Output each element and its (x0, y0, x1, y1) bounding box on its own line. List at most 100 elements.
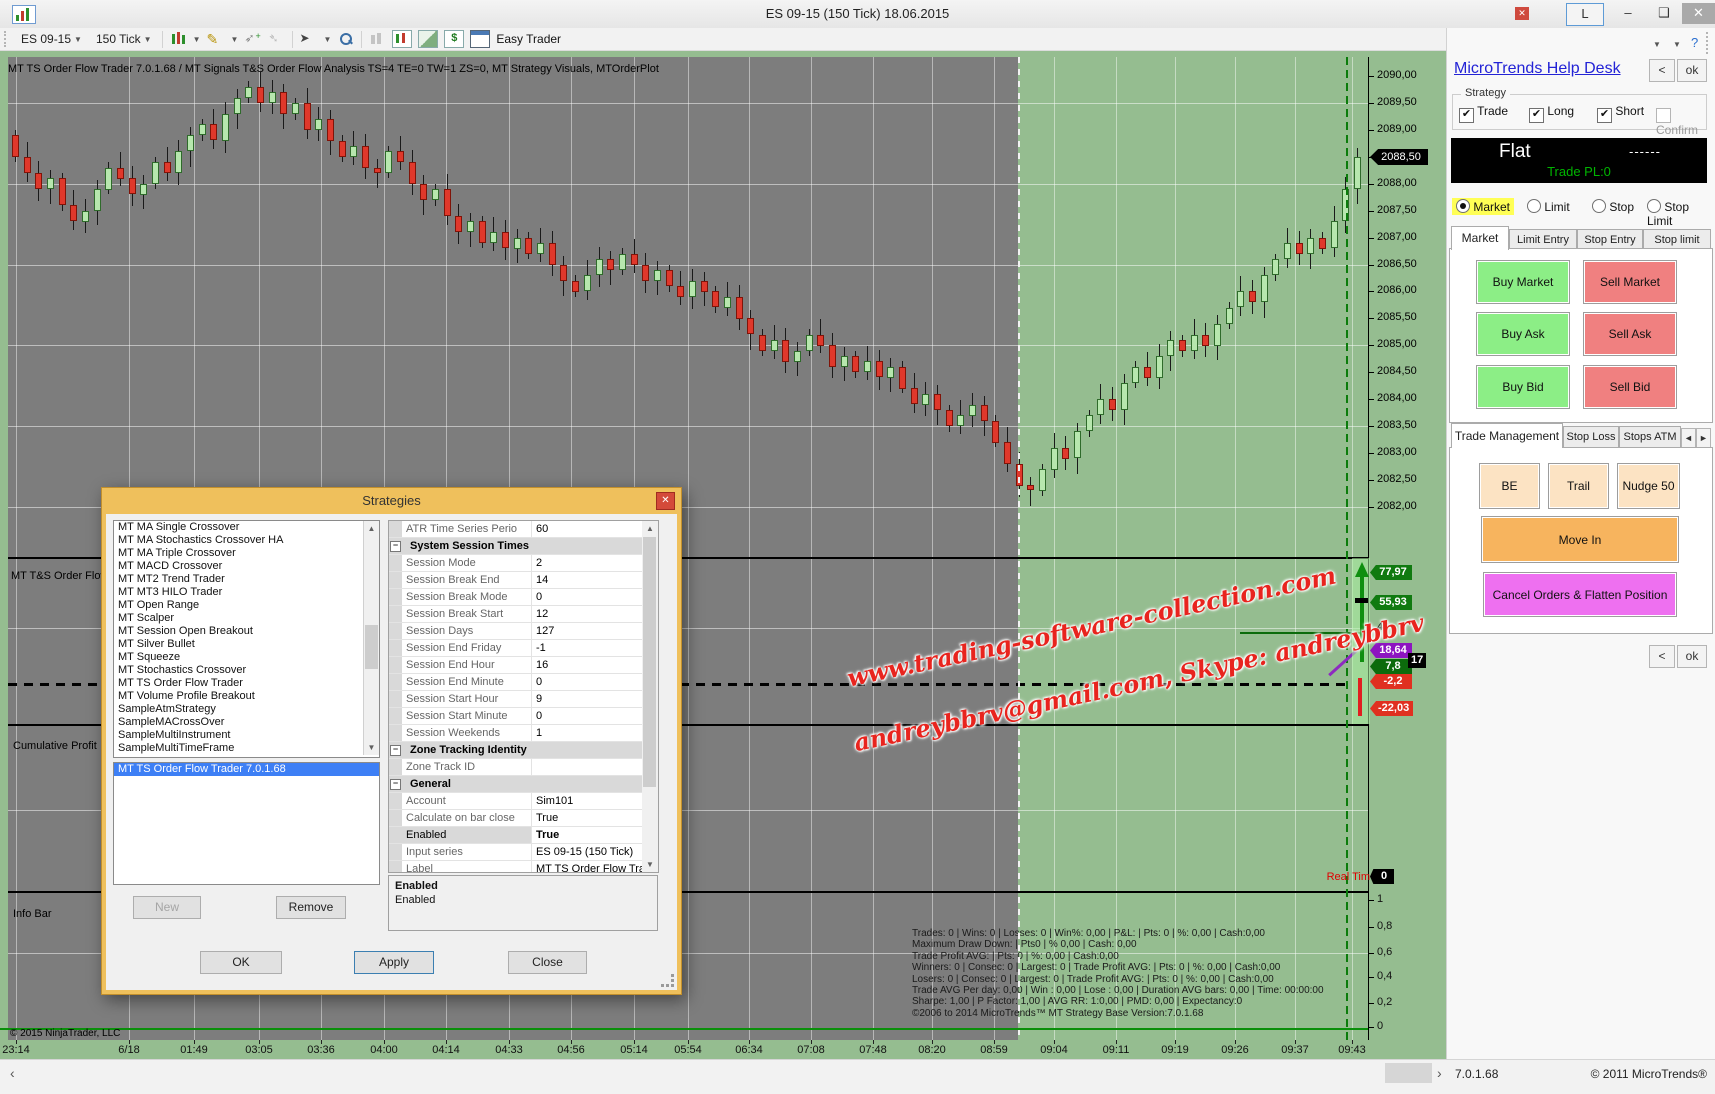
property-row[interactable]: Session Break End 14 (389, 572, 643, 589)
panel-ok-button-top[interactable]: ok (1677, 59, 1707, 82)
scroll-left-icon[interactable]: ‹ (10, 1065, 15, 1081)
interval-selector[interactable]: 150 Tick ▼ (92, 31, 156, 47)
property-row[interactable]: Session Days 127 (389, 623, 643, 640)
strategy-list-item[interactable]: MT Squeeze (114, 651, 379, 664)
strategy-list-item[interactable]: MT Session Open Breakout (114, 625, 379, 638)
property-row[interactable]: Session Mode 2 (389, 555, 643, 572)
l-button[interactable]: L (1566, 3, 1604, 26)
instrument-selector[interactable]: ES 09-15 ▼ (17, 31, 86, 47)
buy-market-button[interactable]: Buy Market (1476, 260, 1570, 304)
strategy-list-item[interactable]: MT Open Range (114, 599, 379, 612)
trail-button[interactable]: Trail (1548, 463, 1609, 509)
nudge-button[interactable]: Nudge 50 (1617, 463, 1680, 509)
titlebar-red-x-icon[interactable]: ✕ (1515, 7, 1529, 20)
candles-dropdown-caret[interactable]: ▼ (193, 35, 201, 44)
tab-stop-limit-entry[interactable]: Stop limit Entry (1643, 229, 1711, 266)
property-row[interactable]: Account Sim101 (389, 793, 643, 810)
order-type-stop-radio[interactable]: Stop (1592, 199, 1634, 214)
panel-dropdown-icon-2[interactable]: ▼ (1673, 40, 1681, 49)
strategy-list-item[interactable]: MT Volume Profile Breakout (114, 690, 379, 703)
property-row[interactable]: Zone Track ID (389, 759, 643, 776)
property-row[interactable]: Session Start Hour 9 (389, 691, 643, 708)
sell-ask-button[interactable]: Sell Ask (1583, 312, 1677, 356)
property-category[interactable]: − General (389, 776, 643, 793)
close-button[interactable]: ✕ (1682, 3, 1715, 24)
dialog-resize-grip[interactable] (661, 974, 674, 987)
strategy-list-item[interactable]: MT MA Single Crossover (114, 521, 379, 534)
strategy-list-item[interactable]: MT MA Stochastics Crossover HA (114, 534, 379, 547)
buy-bid-button[interactable]: Buy Bid (1476, 365, 1570, 409)
tab-stop-entry[interactable]: Stop Entry (1577, 229, 1643, 250)
property-row[interactable]: Calculate on bar close True (389, 810, 643, 827)
pointer-add-icon[interactable]: ➶ + (244, 31, 262, 47)
trade-checkbox[interactable]: ✔ Trade (1459, 104, 1508, 123)
strategy-list-item[interactable]: MT MACD Crossover (114, 560, 379, 573)
tab-market[interactable]: Market (1451, 226, 1509, 250)
tab-limit-entry[interactable]: Limit Entry (1509, 229, 1577, 250)
strategy-list-scrollbar[interactable]: ▲ ▼ (363, 521, 379, 755)
tab-stop-loss[interactable]: Stop Loss (1563, 426, 1619, 448)
close-dialog-button[interactable]: Close (508, 951, 587, 974)
move-in-button[interactable]: Move In (1481, 516, 1679, 563)
strategy-list-item[interactable]: MT TS Order Flow Trader (114, 677, 379, 690)
maximize-button[interactable]: ❑ (1648, 3, 1680, 24)
panel-grip[interactable] (1706, 32, 1711, 54)
property-row[interactable]: ATR Time Series Perio 60 (389, 521, 643, 538)
strategy-list-item[interactable]: MT MA Triple Crossover (114, 547, 379, 560)
active-strategy-item[interactable]: MT TS Order Flow Trader 7.0.1.68 (114, 763, 379, 776)
pencil-icon[interactable]: ✎ (207, 31, 225, 47)
property-row[interactable]: Session End Friday -1 (389, 640, 643, 657)
cursor-icon[interactable]: ➤ (299, 31, 317, 47)
sell-market-button[interactable]: Sell Market (1583, 260, 1677, 304)
zoom-icon[interactable] (337, 31, 355, 47)
minimize-button[interactable]: – (1612, 3, 1644, 24)
scrollbar-thumb[interactable] (1385, 1063, 1432, 1083)
cursor-dropdown-caret[interactable]: ▼ (323, 35, 331, 44)
strategy-list-item[interactable]: MT MT3 HILO Trader (114, 586, 379, 599)
dialog-title[interactable]: Strategies (102, 488, 681, 514)
candles-icon[interactable] (169, 31, 187, 47)
be-button[interactable]: BE (1479, 463, 1540, 509)
long-checkbox[interactable]: ✔ Long (1529, 104, 1574, 123)
panel-dropdown-icon-1[interactable]: ▼ (1653, 40, 1661, 49)
property-row[interactable]: Session Break Mode 0 (389, 589, 643, 606)
remove-button[interactable]: Remove (276, 896, 346, 919)
property-row[interactable]: Input series ES 09-15 (150 Tick) (389, 844, 643, 861)
strategy-list-item[interactable]: SampleMultiInstrument (114, 729, 379, 742)
help-desk-link[interactable]: MicroTrends Help Desk (1454, 60, 1621, 78)
tab-scroll-left-icon[interactable]: ◄ (1681, 428, 1696, 448)
scroll-right-icon[interactable]: › (1437, 1065, 1442, 1081)
order-type-stoplimit-radio[interactable]: Stop Limit (1647, 199, 1715, 228)
tab-stops-atm[interactable]: Stops ATM (1619, 426, 1681, 448)
property-row[interactable]: Session End Hour 16 (389, 657, 643, 674)
tab-scroll-right-icon[interactable]: ► (1696, 428, 1711, 448)
dialog-close-icon[interactable]: ✕ (656, 492, 675, 510)
panel-back-button-2[interactable]: < (1649, 645, 1675, 668)
property-row[interactable]: Session Start Minute 0 (389, 708, 643, 725)
chart-candles-icon[interactable] (392, 30, 413, 48)
cancel-flatten-button[interactable]: Cancel Orders & Flatten Position (1483, 572, 1677, 617)
property-category[interactable]: − System Session Times (389, 538, 643, 555)
order-type-limit-radio[interactable]: Limit (1527, 199, 1570, 214)
sell-bid-button[interactable]: Sell Bid (1583, 365, 1677, 409)
time-axis[interactable]: 23:14 6/18 01:49 03:05 03:36 04:00 04:14 04:33 0… (0, 1040, 1446, 1059)
panel-back-button[interactable]: < (1649, 59, 1675, 82)
strategy-list-item[interactable]: MT Scalper (114, 612, 379, 625)
property-category[interactable]: − Zone Tracking Identity (389, 742, 643, 759)
strategy-list-item[interactable]: SampleAtmStrategy (114, 703, 379, 716)
apply-button[interactable]: Apply (354, 951, 434, 974)
property-row[interactable]: Enabled True (389, 827, 643, 844)
toolbar-grip[interactable] (4, 31, 11, 47)
buy-ask-button[interactable]: Buy Ask (1476, 312, 1570, 356)
property-row[interactable]: Session Break Start 12 (389, 606, 643, 623)
tab-trade-management[interactable]: Trade Management (1451, 423, 1563, 448)
strategy-list-item[interactable]: MT Silver Bullet (114, 638, 379, 651)
property-row[interactable]: Session End Minute 0 (389, 674, 643, 691)
help-icon[interactable]: ? (1691, 35, 1698, 50)
ok-button[interactable]: OK (200, 951, 282, 974)
strategy-list-item[interactable]: SampleMultiTimeFrame (114, 742, 379, 755)
order-type-market-radio[interactable]: Market (1452, 198, 1515, 215)
panel-icon[interactable] (470, 30, 491, 48)
property-row[interactable]: Label MT TS Order Flow Tra (389, 861, 643, 872)
strategy-list-item[interactable]: MT Stochastics Crossover (114, 664, 379, 677)
